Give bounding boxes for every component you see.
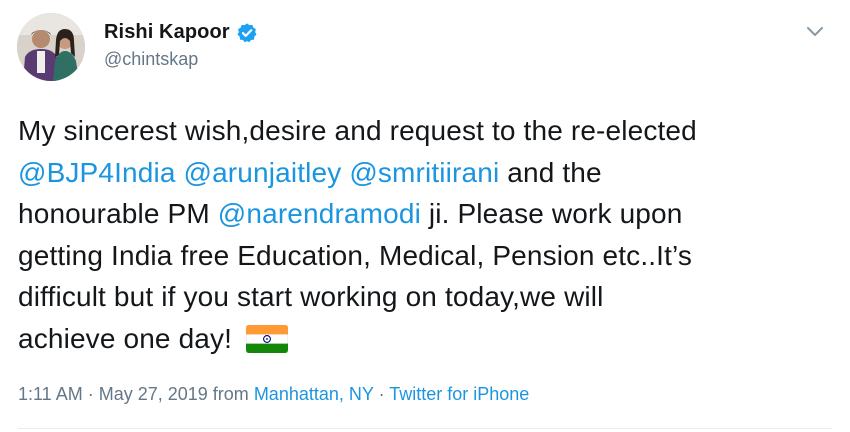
text-segment: honourable PM xyxy=(18,198,218,229)
avatar-image xyxy=(17,13,85,81)
mention-link[interactable]: @smritiirani xyxy=(349,157,499,188)
tweet-text-line: difficult but if you start working on to… xyxy=(18,276,828,318)
avatar[interactable] xyxy=(17,13,85,81)
tweet-text: My sincerest wish,desire and request to … xyxy=(18,110,828,359)
tweet-text-line: My sincerest wish,desire and request to … xyxy=(18,110,828,152)
verified-badge-icon xyxy=(237,22,257,42)
text-segment: getting India free Education, Medical, P… xyxy=(18,239,693,271)
mention-link[interactable]: @arunjaitley xyxy=(184,157,342,188)
text-segment: and the xyxy=(499,156,602,188)
text-segment: achieve one day! xyxy=(18,322,233,354)
meta-separator: · xyxy=(373,384,390,404)
tweet-date[interactable]: May 27, 2019 xyxy=(99,384,208,404)
meta-separator: · xyxy=(82,384,99,404)
source-link[interactable]: Twitter for iPhone xyxy=(389,384,529,404)
tweet-text-line: getting India free Education, Medical, P… xyxy=(18,235,828,277)
india-flag-icon xyxy=(246,324,289,353)
display-name[interactable]: Rishi Kapoor xyxy=(104,21,230,44)
user-handle[interactable]: @chintskap xyxy=(104,49,198,70)
text-segment: My sincerest wish,desire and request to … xyxy=(18,115,697,146)
tweet-card: Rishi Kapoor @chintskap My sincerest wis… xyxy=(0,0,850,432)
tweet-text-line: honourable PM @narendramodi ji. Please w… xyxy=(18,193,828,235)
mention-link[interactable]: @narendramodi xyxy=(218,198,421,229)
chevron-down-icon[interactable] xyxy=(806,26,824,38)
tweet-time[interactable]: 1:11 AM xyxy=(18,384,83,404)
tweet-meta: 1:11 AM · May 27, 2019 from Manhattan, N… xyxy=(18,384,529,405)
text-segment: ji. Please work upon xyxy=(420,198,683,229)
text-segment: difficult but if you start working on to… xyxy=(18,281,604,312)
tweet-text-line: achieve one day! xyxy=(18,318,828,360)
mention-link[interactable]: @BJP4India xyxy=(18,157,176,188)
divider xyxy=(18,428,832,429)
text-segment xyxy=(176,157,184,188)
tweet-text-line: @BJP4India @arunjaitley @smritiirani and… xyxy=(18,152,828,194)
author-name-row[interactable]: Rishi Kapoor xyxy=(104,21,258,44)
from-label: from xyxy=(207,384,254,404)
location-link[interactable]: Manhattan, NY xyxy=(254,384,374,404)
